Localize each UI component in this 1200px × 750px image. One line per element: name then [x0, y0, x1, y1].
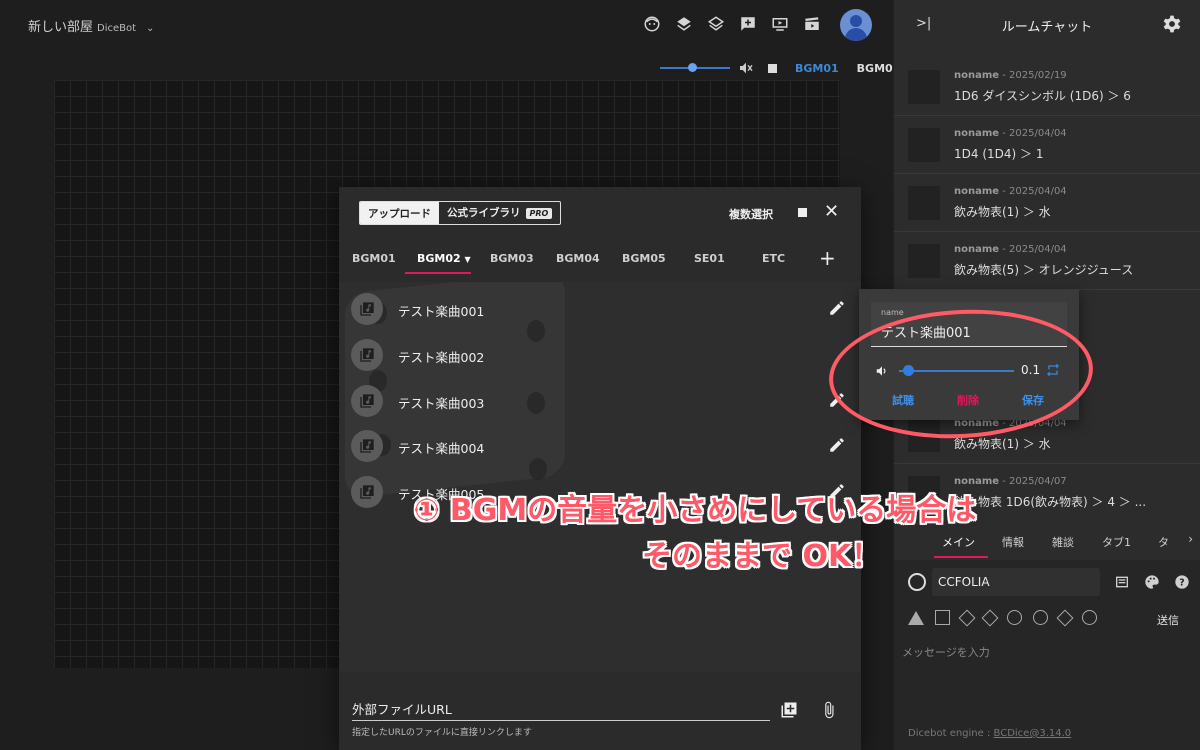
mute-icon[interactable]	[738, 60, 754, 76]
d20-icon[interactable]	[1033, 610, 1048, 625]
chat-message: noname - 2025/04/04 飲み物表(5) ＞ オレンジジュース	[908, 244, 1188, 284]
game-system: DiceBot	[97, 23, 137, 34]
message-text: 1D4 (1D4) ＞ 1	[954, 147, 1044, 161]
tab-bgm05[interactable]: BGM05	[622, 252, 666, 265]
pro-badge: PRO	[525, 207, 553, 219]
music-library-icon	[351, 293, 383, 325]
bgm-controls: BGM01 BGM02	[660, 60, 900, 76]
add-library-icon[interactable]	[780, 701, 798, 723]
layers-icon[interactable]	[672, 12, 696, 36]
message-date: - 2025/04/04	[1002, 244, 1067, 255]
annotation-callout: ① BGMの音量を小さめにしている場合は そのままで OK！	[400, 488, 1200, 580]
d100-icon[interactable]	[1056, 609, 1074, 626]
message-avatar	[908, 186, 940, 220]
user-avatar[interactable]	[840, 9, 872, 41]
face-icon[interactable]	[640, 12, 664, 36]
chat-message: noname - 2025/02/19 1D6 ダイスシンボル (1D6) ＞ …	[908, 70, 1188, 110]
bgm-tabs: BGM01 BGM02 ▼ BGM03 BGM04 BGM05 SE01 ETC…	[339, 243, 861, 275]
message-text: 飲み物表(1) ＞ 水	[954, 205, 1051, 219]
add-comment-icon[interactable]	[736, 12, 760, 36]
d12-icon[interactable]	[1007, 610, 1022, 625]
stop-icon[interactable]	[798, 208, 807, 217]
dice-shortcuts	[908, 609, 1097, 626]
music-library-icon	[351, 385, 383, 417]
active-tab-indicator	[405, 272, 471, 274]
message-author: noname	[954, 476, 1000, 487]
multi-select-button[interactable]: 複数選択	[729, 206, 773, 222]
room-title[interactable]: 新しい部屋 DiceBot ⌄	[28, 16, 154, 35]
d4-icon[interactable]	[908, 610, 924, 625]
external-url-section: 外部ファイルURL 指定したURLのファイルに直接リンクします	[339, 677, 861, 750]
chat-message: noname - 2025/04/04 1D4 (1D4) ＞ 1	[908, 128, 1188, 168]
music-library-icon	[351, 476, 383, 508]
track-row[interactable]: テスト楽曲003	[351, 382, 851, 418]
pencil-icon[interactable]	[828, 299, 846, 321]
chat-composer: CCFOLIA ? 送信 メッセージを入力 Dicebot engine : B…	[894, 560, 1200, 750]
track-list: テスト楽曲001 テスト楽曲002 テスト楽曲003 テスト楽曲004 テスト楽…	[339, 282, 861, 672]
tab-bgm04[interactable]: BGM04	[556, 252, 600, 265]
url-helper-text: 指定したURLのファイルに直接リンクします	[352, 728, 532, 738]
layers-outline-icon[interactable]	[704, 12, 728, 36]
d6-icon[interactable]	[935, 610, 950, 625]
message-date: - 2025/02/19	[1002, 70, 1067, 81]
message-author: noname	[954, 244, 1000, 255]
message-text: 1D6 ダイスシンボル (1D6) ＞ 6	[954, 89, 1131, 103]
message-author: noname	[954, 186, 1000, 197]
track-row[interactable]: テスト楽曲002	[351, 336, 851, 372]
clapper-icon[interactable]	[800, 12, 824, 36]
track-name: テスト楽曲003	[398, 396, 485, 411]
field-label: name	[881, 308, 904, 317]
bgm-channel-1[interactable]: BGM01	[795, 62, 839, 75]
d8-icon[interactable]	[958, 609, 976, 626]
tab-bgm02[interactable]: BGM02 ▼	[417, 252, 471, 265]
track-name: テスト楽曲004	[398, 441, 485, 456]
bgm-manager-dialog: アップロード 公式ライブラリ PRO 複数選択 ✕ BGM01 BGM02 ▼ B…	[339, 187, 861, 750]
tab-etc[interactable]: ETC	[762, 252, 785, 265]
screen-icon[interactable]	[768, 12, 792, 36]
track-row[interactable]: テスト楽曲001	[351, 290, 851, 326]
chat-title: ルームチャット	[1001, 19, 1093, 35]
close-icon[interactable]: ✕	[824, 201, 839, 223]
message-input[interactable]: メッセージを入力	[902, 644, 990, 660]
d-percent-icon[interactable]	[1082, 610, 1097, 625]
message-avatar	[908, 70, 940, 104]
bgm-volume-slider[interactable]	[660, 60, 730, 76]
track-row[interactable]: テスト楽曲004	[351, 427, 851, 463]
tab-se01[interactable]: SE01	[694, 252, 725, 265]
chat-message: noname - 2025/04/04 飲み物表(1) ＞ 水	[908, 186, 1188, 226]
track-name: テスト楽曲001	[398, 304, 485, 319]
library-tab[interactable]: 公式ライブラリ PRO	[439, 202, 560, 224]
room-name: 新しい部屋	[28, 20, 94, 35]
send-button[interactable]: 送信	[1157, 612, 1179, 628]
add-tab-icon[interactable]: +	[819, 246, 836, 270]
tab-bgm03[interactable]: BGM03	[490, 252, 534, 265]
engine-version-link[interactable]: BCDice@3.14.0	[994, 728, 1072, 739]
attach-file-icon[interactable]	[820, 701, 838, 723]
source-toggle: アップロード 公式ライブラリ PRO	[359, 201, 562, 225]
message-avatar	[908, 128, 940, 162]
d10-icon[interactable]	[981, 609, 999, 626]
external-url-input[interactable]: 外部ファイルURL	[352, 697, 770, 721]
stop-icon[interactable]	[768, 63, 777, 73]
message-author: noname	[954, 128, 1000, 139]
music-library-icon	[351, 339, 383, 371]
gear-icon[interactable]	[1162, 14, 1182, 38]
chat-header: >| ルームチャット	[894, 0, 1200, 50]
chevron-down-icon: ⌄	[146, 23, 155, 34]
upload-tab[interactable]: アップロード	[360, 202, 439, 224]
message-date: - 2025/04/07	[1002, 476, 1067, 487]
music-library-icon	[351, 430, 383, 462]
annotation-line-2: そのままで OK！	[642, 539, 882, 574]
dicebot-engine-info: Dicebot engine : BCDice@3.14.0	[908, 728, 1072, 739]
tab-bgm01[interactable]: BGM01	[352, 252, 396, 265]
toolbar-icons	[640, 12, 824, 36]
message-date: - 2025/04/04	[1002, 128, 1067, 139]
message-date: - 2025/04/04	[1002, 186, 1067, 197]
message-avatar	[908, 244, 940, 278]
pencil-icon[interactable]	[828, 436, 846, 458]
track-name: テスト楽曲002	[398, 350, 485, 365]
message-text: 飲み物表(5) ＞ オレンジジュース	[954, 263, 1134, 277]
message-author: noname	[954, 70, 1000, 81]
annotation-line-1: ① BGMの音量を小さめにしている場合は	[414, 493, 977, 528]
